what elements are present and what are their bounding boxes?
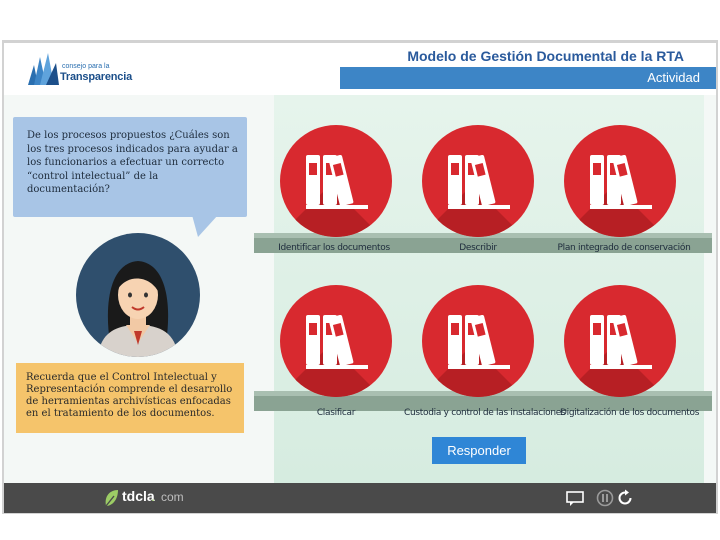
activity-slide: consejo para la Transparencia Modelo de … xyxy=(4,43,716,513)
option-label: Plan integrado de conservación xyxy=(557,243,691,253)
option-label: Clasificar xyxy=(316,408,356,418)
footer-dot: . xyxy=(151,488,155,504)
bubble-tail xyxy=(192,215,218,237)
logo-mark-icon xyxy=(28,53,59,85)
binders-icon xyxy=(306,155,368,209)
option-identificar-button[interactable] xyxy=(280,125,392,237)
comment-icon[interactable] xyxy=(566,489,584,507)
option-label: Identificar los documentos xyxy=(278,243,390,253)
option-digitalizacion-button[interactable] xyxy=(564,285,676,397)
option-plan-conservacion-button[interactable] xyxy=(564,125,676,237)
hint-box: Recuerda que el Control Intelectual y Re… xyxy=(16,363,244,433)
binders-icon xyxy=(590,155,652,209)
binders-icon xyxy=(448,315,510,369)
respond-button[interactable]: Responder xyxy=(432,437,526,464)
logo-big-text: Transparencia xyxy=(60,71,132,83)
logo-small-text: consejo para la xyxy=(62,63,110,70)
option-describir-button[interactable] xyxy=(422,125,534,237)
option-label: Describir xyxy=(459,243,497,253)
subtitle-bar: Actividad xyxy=(340,67,716,89)
option-label: Digitalización de los documentos xyxy=(560,408,700,418)
leaf-logo-icon xyxy=(105,490,118,507)
logo: consejo para la Transparencia xyxy=(26,51,136,89)
hint-text: Recuerda que el Control Intelectual y Re… xyxy=(26,372,233,419)
pause-icon[interactable] xyxy=(596,489,614,507)
question-text: De los procesos propuestos ¿Cuáles son l… xyxy=(27,130,238,195)
header: consejo para la Transparencia Modelo de … xyxy=(4,43,716,95)
page-title: Modelo de Gestión Documental de la RTA xyxy=(407,48,684,64)
footer-brand: tdcla xyxy=(122,488,155,504)
woman-avatar-icon xyxy=(98,261,178,357)
option-clasificar-button[interactable] xyxy=(280,285,392,397)
binders-icon xyxy=(590,315,652,369)
binders-icon xyxy=(306,315,368,369)
page-subtitle: Actividad xyxy=(647,70,700,85)
avatar xyxy=(76,233,200,357)
footer-bar: tdcla . com xyxy=(4,483,716,513)
binders-icon xyxy=(448,155,510,209)
replay-icon[interactable] xyxy=(616,489,634,507)
option-label: Custodia y control de las instalaciones xyxy=(404,408,566,418)
footer-com: com xyxy=(161,490,184,504)
question-bubble: De los procesos propuestos ¿Cuáles son l… xyxy=(13,117,247,217)
option-custodia-button[interactable] xyxy=(422,285,534,397)
